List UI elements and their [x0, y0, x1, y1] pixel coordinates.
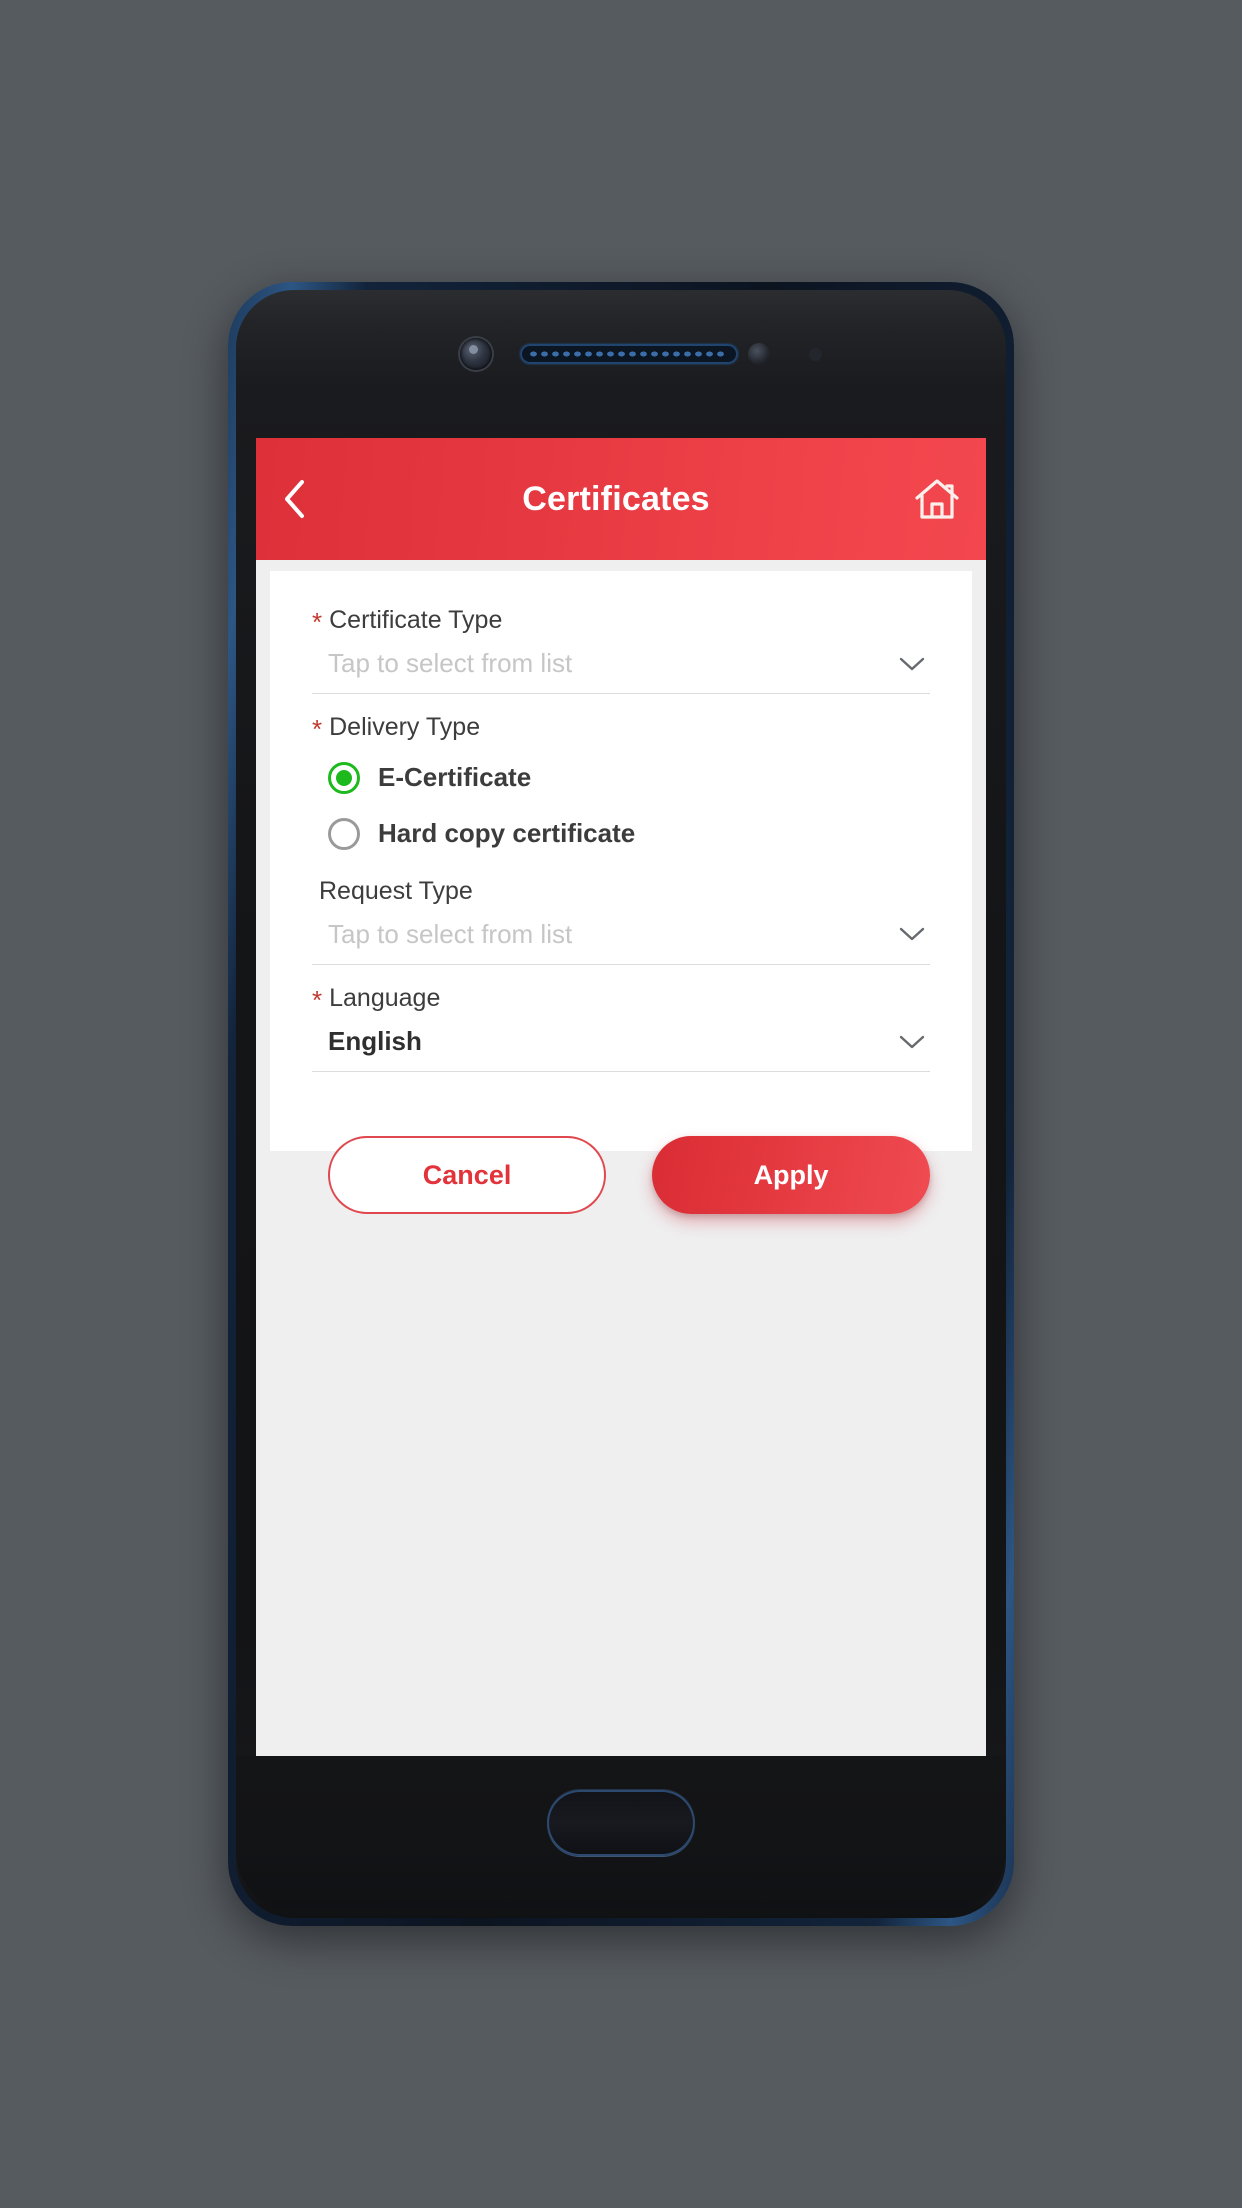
- required-asterisk-delivery-type: *: [312, 714, 323, 745]
- language-value: English: [328, 1026, 422, 1056]
- cancel-button[interactable]: Cancel: [328, 1136, 607, 1214]
- required-asterisk-language: *: [312, 984, 323, 1015]
- field-language: * Language English: [312, 983, 930, 1072]
- radio-option-hard-copy-certificate[interactable]: Hard copy certificate: [312, 806, 930, 862]
- chevron-left-icon: [285, 480, 304, 518]
- home-icon: [915, 479, 959, 519]
- request-type-label: Request Type: [319, 876, 473, 905]
- home-button[interactable]: [904, 471, 960, 527]
- radio-option-e-certificate[interactable]: E-Certificate: [312, 750, 930, 806]
- radio-dot: [336, 769, 352, 786]
- certificate-form-card: * Certificate Type Tap to select from li…: [270, 571, 972, 1214]
- hardware-home-button[interactable]: [547, 1790, 695, 1856]
- apply-button[interactable]: Apply: [652, 1136, 930, 1214]
- certificate-type-placeholder: Tap to select from list: [328, 648, 573, 679]
- earpiece-grille-dots: [528, 350, 728, 358]
- camera-lens-glint: [469, 345, 478, 354]
- phone-device: Certificates * Certificate Type Tap to s…: [228, 282, 1014, 1926]
- radio-selected-icon: [328, 761, 360, 794]
- delivery-type-label-row: * Delivery Type: [312, 712, 930, 743]
- certificate-type-label: Certificate Type: [329, 606, 503, 634]
- request-type-select[interactable]: Tap to select from list: [312, 913, 930, 965]
- required-asterisk-certificate-type: *: [312, 607, 323, 637]
- language-select[interactable]: English: [312, 1020, 930, 1072]
- phone-bezel: Certificates * Certificate Type Tap to s…: [236, 290, 1006, 1918]
- language-label: Language: [329, 983, 441, 1012]
- chevron-down-icon: [899, 1035, 925, 1048]
- page-title: Certificates: [522, 479, 710, 518]
- chevron-down-icon: [899, 657, 925, 670]
- radio-unselected-icon: [328, 817, 360, 850]
- language-label-row: * Language: [312, 983, 930, 1014]
- phone-bottom-chin: [236, 1756, 1006, 1910]
- field-delivery-type: * Delivery Type E-Certificate Hard copy …: [312, 712, 930, 861]
- form-action-buttons: Cancel Apply: [312, 1090, 930, 1214]
- screenshot-stage: Certificates * Certificate Type Tap to s…: [0, 0, 1242, 2208]
- field-request-type: Request Type Tap to select from list: [312, 876, 930, 965]
- front-camera-icon: [460, 338, 492, 370]
- request-type-placeholder: Tap to select from list: [328, 918, 573, 949]
- app-header: Certificates: [256, 438, 986, 560]
- certificate-type-select[interactable]: Tap to select from list: [312, 642, 930, 695]
- earpiece-speaker-grille: [520, 344, 738, 364]
- request-type-label-row: Request Type: [312, 876, 930, 907]
- delivery-type-label: Delivery Type: [329, 713, 481, 742]
- ambient-light-sensor-icon: [809, 348, 822, 361]
- field-certificate-type: * Certificate Type Tap to select from li…: [312, 605, 930, 695]
- phone-top-sensor-strip: [236, 290, 1006, 418]
- chevron-down-icon: [899, 928, 925, 941]
- certificate-type-label-row: * Certificate Type: [312, 605, 930, 636]
- phone-screen: Certificates * Certificate Type Tap to s…: [256, 438, 986, 1756]
- radio-label-hard-copy-certificate: Hard copy certificate: [378, 818, 636, 848]
- radio-label-e-certificate: E-Certificate: [378, 762, 532, 792]
- proximity-sensor-icon: [748, 343, 770, 365]
